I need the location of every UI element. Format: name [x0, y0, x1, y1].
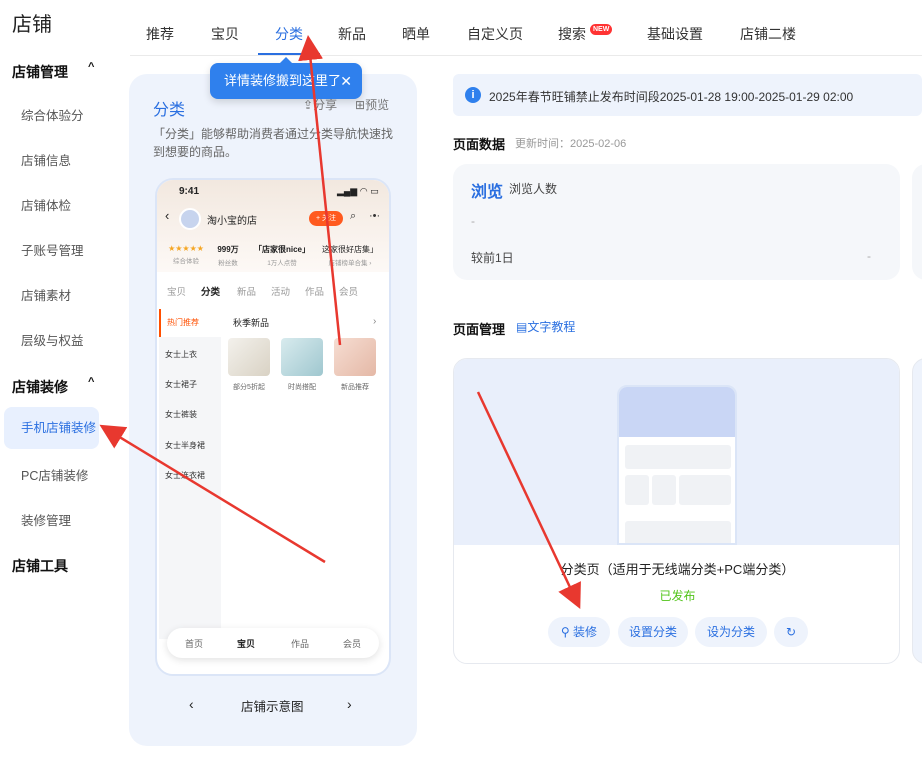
annotation-arrows	[99, 35, 581, 610]
arrow-to-category-tab	[298, 35, 342, 346]
arrow-to-mobile-decoration	[99, 424, 326, 564]
page: 店铺 店铺管理 ^ 综合体验分 店铺信息 店铺体检 子账号管理 店铺素材 层级与…	[0, 0, 922, 758]
arrow-to-decorate-button	[476, 391, 581, 610]
